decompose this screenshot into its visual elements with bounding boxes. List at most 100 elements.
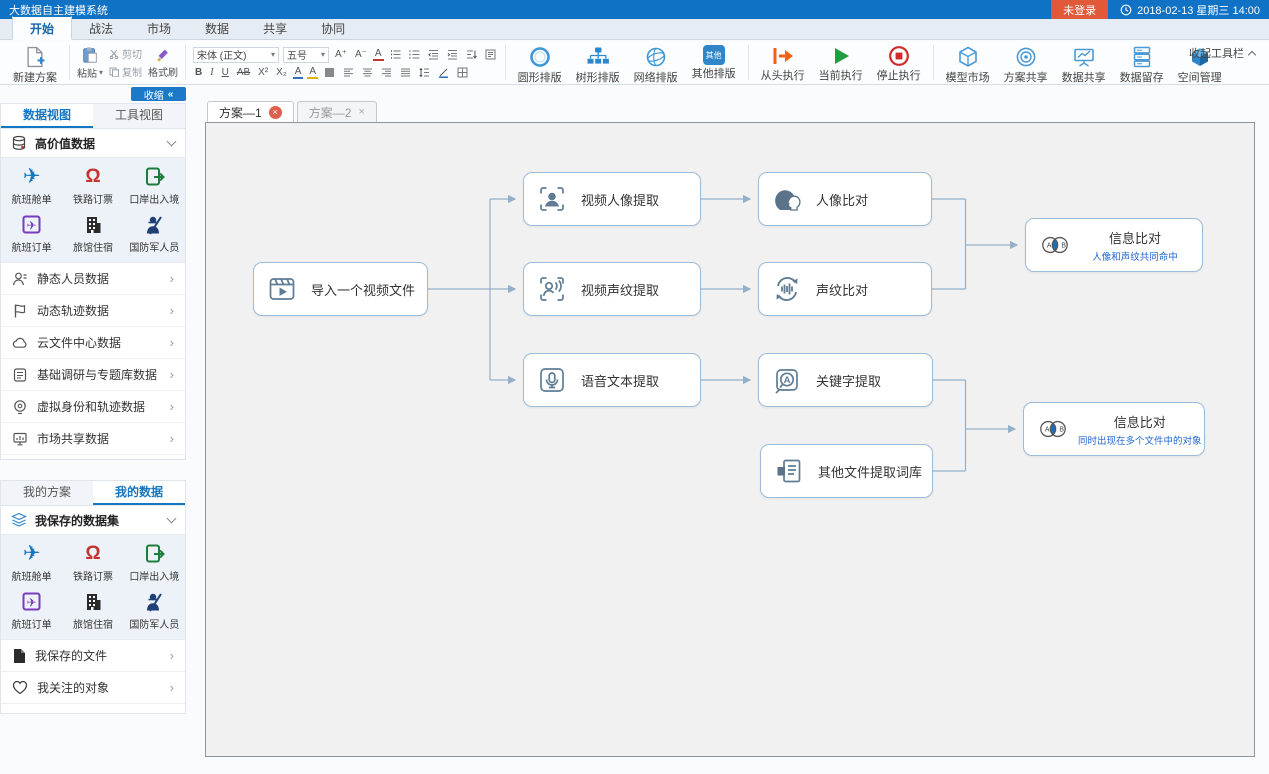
shading-button[interactable] (436, 67, 451, 78)
align-left-button[interactable] (341, 67, 356, 78)
flow-canvas[interactable]: 导入一个视频文件 视频人像提取 视频声纹提取 语音文本提取 人像比对 声纹比对 … (205, 122, 1255, 757)
close-tab-icon[interactable]: × (358, 106, 364, 118)
tab-my-plans[interactable]: 我的方案 (1, 481, 93, 505)
cut-button[interactable]: 剪切 (107, 45, 144, 62)
stop-button[interactable]: 停止执行 (870, 42, 928, 83)
sidebar-item-static-person-data[interactable]: 静态人员数据 › (1, 263, 185, 295)
new-plan-button[interactable]: 新建方案 (6, 42, 64, 83)
dataset-hotel-stay[interactable]: 旅馆住宿 (62, 586, 123, 634)
heart-icon (12, 680, 28, 695)
ribbon-tab-collab[interactable]: 协同 (304, 17, 362, 39)
node-info-compare-1[interactable]: AB 信息比对 人像和声纹共同命中 (1025, 218, 1203, 272)
node-face-compare[interactable]: 人像比对 (758, 172, 932, 226)
strikethrough-button[interactable]: AB (235, 67, 252, 78)
section-high-value-data[interactable]: 高价值数据 (1, 129, 185, 158)
tree-layout-button[interactable]: 树形排版 (569, 42, 627, 83)
font-name-select[interactable]: 宋体 (正文) ▾ (193, 47, 279, 63)
dataset-flight-order[interactable]: ✈ 航班订单 (1, 209, 62, 257)
sort-button[interactable] (464, 49, 479, 60)
node-keyword-extract[interactable]: A 关键字提取 (758, 353, 933, 407)
line-spacing-button[interactable] (417, 67, 432, 78)
server-stack-icon (1130, 45, 1154, 69)
run-current-button[interactable]: 当前执行 (812, 42, 870, 83)
sidebar-item-virtual-identity-data[interactable]: 虚拟身份和轨迹数据 › (1, 391, 185, 423)
ribbon-tab-data[interactable]: 数据 (188, 17, 246, 39)
tab-tool-view[interactable]: 工具视图 (93, 104, 185, 128)
justify-button[interactable] (398, 67, 413, 78)
sidebar-item-dynamic-track-data[interactable]: 动态轨迹数据 › (1, 295, 185, 327)
dataset-flight-manifest[interactable]: ✈ 航班舱单 (1, 161, 62, 209)
chevron-right-icon: › (170, 680, 174, 695)
node-info-compare-2[interactable]: AB 信息比对 同时出现在多个文件中的对象 (1023, 402, 1205, 456)
highlight-button[interactable]: A (307, 66, 318, 79)
italic-button[interactable]: I (208, 67, 215, 78)
paste-button[interactable]: 粘贴 ▾ (77, 46, 103, 80)
data-view-panel: 数据视图 工具视图 高价值数据 ✈ 航班舱单 Ω 铁路订票 口岸出入境 ✈ 航班… (0, 103, 186, 460)
ribbon-tab-share[interactable]: 共享 (246, 17, 304, 39)
ribbon-tab-tactics[interactable]: 战法 (72, 17, 130, 39)
collapse-toolbar-button[interactable]: 收起工具栏 (1189, 45, 1255, 61)
phonetic-guide-button[interactable]: A (373, 48, 384, 61)
dataset-border-entry[interactable]: 口岸出入境 (124, 161, 185, 209)
copy-button[interactable]: 复制 (107, 63, 144, 80)
network-layout-button[interactable]: 网络排版 (627, 42, 685, 83)
shrink-font-button[interactable]: A⁻ (353, 49, 369, 60)
dataset-flight-order[interactable]: ✈ 航班订单 (1, 586, 62, 634)
bold-button[interactable]: B (193, 67, 204, 78)
login-status-badge[interactable]: 未登录 (1051, 0, 1108, 20)
bullet-list-button[interactable] (388, 49, 403, 60)
workspace-tab-plan1[interactable]: 方案—1 × (207, 101, 294, 122)
ribbon-tab-start[interactable]: 开始 (12, 15, 72, 40)
subscript-button[interactable]: X₂ (274, 67, 289, 78)
chevron-right-icon: › (170, 431, 174, 446)
indent-button[interactable] (445, 49, 460, 60)
section-my-saved-datasets[interactable]: 我保存的数据集 (1, 506, 185, 535)
model-market-button[interactable]: 模型市场 (939, 42, 997, 83)
clipboard-icon (81, 46, 99, 64)
font-color-button[interactable]: A (293, 66, 304, 79)
align-center-button[interactable] (360, 67, 375, 78)
sidebar-item-research-library-data[interactable]: 基础调研与专题库数据 › (1, 359, 185, 391)
dataset-military-personnel[interactable]: 国防军人员 (124, 209, 185, 257)
outdent-button[interactable] (426, 49, 441, 60)
sidebar-item-my-followed-objects[interactable]: 我关注的对象 › (1, 672, 185, 704)
sidebar-item-market-share-data[interactable]: 市场共享数据 › (1, 423, 185, 455)
plan-share-button[interactable]: 方案共享 (997, 42, 1055, 83)
data-share-button[interactable]: 数据共享 (1055, 42, 1113, 83)
node-other-files-lexicon[interactable]: 其他文件提取词库 (760, 444, 933, 498)
sidebar-collapse-button[interactable]: 收缩 « (131, 87, 186, 101)
grow-font-button[interactable]: A⁺ (333, 49, 349, 60)
node-voiceprint-compare[interactable]: 声纹比对 (758, 262, 932, 316)
dataset-railway-ticket[interactable]: Ω 铁路订票 (62, 538, 123, 586)
underline-button[interactable]: U (220, 67, 231, 78)
data-retention-button[interactable]: 数据留存 (1113, 42, 1171, 83)
numbered-list-button[interactable] (407, 49, 422, 60)
document-words-icon (773, 455, 805, 487)
show-marks-button[interactable] (483, 49, 498, 60)
sidebar-item-cloud-file-data[interactable]: 云文件中心数据 › (1, 327, 185, 359)
borders-button[interactable] (455, 67, 470, 78)
format-painter-button[interactable]: 格式刷 (148, 47, 178, 79)
superscript-button[interactable]: X² (256, 67, 270, 78)
close-tab-icon[interactable]: × (269, 106, 282, 119)
tab-data-view[interactable]: 数据视图 (1, 104, 93, 128)
circle-layout-button[interactable]: 圆形排版 (511, 42, 569, 83)
run-from-start-button[interactable]: 从头执行 (754, 42, 812, 83)
dataset-hotel-stay[interactable]: 旅馆住宿 (62, 209, 123, 257)
dataset-flight-manifest[interactable]: ✈ 航班舱单 (1, 538, 62, 586)
node-import-video[interactable]: 导入一个视频文件 (253, 262, 428, 316)
ribbon-tab-market[interactable]: 市场 (130, 17, 188, 39)
font-size-select[interactable]: 五号 ▾ (283, 47, 329, 63)
align-right-button[interactable] (379, 67, 394, 78)
workspace-tab-plan2[interactable]: 方案—2 × (297, 101, 377, 122)
node-speech-to-text[interactable]: 语音文本提取 (523, 353, 701, 407)
dataset-military-personnel[interactable]: 国防军人员 (124, 586, 185, 634)
char-border-button[interactable] (322, 67, 337, 78)
dataset-border-entry[interactable]: 口岸出入境 (124, 538, 185, 586)
other-layout-button[interactable]: 其他 其他排版 (685, 42, 743, 83)
tab-my-data[interactable]: 我的数据 (93, 481, 185, 505)
sidebar-item-my-saved-files[interactable]: 我保存的文件 › (1, 640, 185, 672)
node-video-face-extract[interactable]: 视频人像提取 (523, 172, 701, 226)
dataset-railway-ticket[interactable]: Ω 铁路订票 (62, 161, 123, 209)
node-video-voiceprint-extract[interactable]: 视频声纹提取 (523, 262, 701, 316)
